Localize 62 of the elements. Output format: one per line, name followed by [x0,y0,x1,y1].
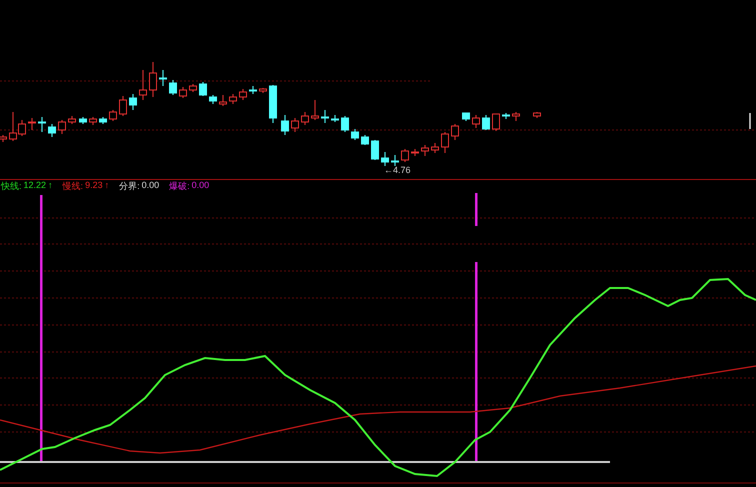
legend-name: 爆破: [169,180,190,193]
candlestick [79,116,87,124]
candlestick [371,140,379,160]
legend-value: 0.00 [142,180,160,192]
candlestick [109,110,117,122]
candlestick [179,86,187,98]
candlestick [219,94,227,106]
legend-arrow: ↑ [104,180,110,192]
candlestick [159,70,167,86]
legend-value: 12.22 [24,180,46,192]
candlestick [48,124,56,138]
legend-name: 分界: [119,180,140,193]
candlestick [441,132,449,154]
candlestick [68,116,76,124]
candlestick [28,118,36,130]
candlestick [391,154,399,166]
candlestick [281,114,289,136]
candlestick [462,112,470,122]
candlestick [421,144,429,156]
signal-bar [475,193,478,226]
candlestick [533,112,541,118]
candlestick [451,124,459,140]
candlestick [482,114,490,130]
price-marker [749,113,751,129]
candlestick [341,116,349,132]
candlestick [58,120,66,134]
candlestick [381,152,389,166]
candlestick [209,94,217,104]
candlestick [129,94,137,110]
candlestick [249,86,257,94]
candlestick [512,112,520,122]
legend-arrow: ↑ [48,180,53,192]
legend-name: 慢线: [62,180,84,193]
candlestick [99,116,107,124]
candlestick [321,110,329,124]
candlestick [502,112,510,120]
candlestick [199,82,207,96]
candlestick [169,80,177,96]
candlestick [291,118,299,132]
candlestick [301,112,309,126]
legend-name: 快线: [1,180,22,193]
low-price-label: ←4.76 [384,165,411,175]
candlestick [259,88,267,94]
candlestick [331,114,339,122]
candlestick [431,142,439,154]
candlestick [239,88,247,100]
candlestick [311,100,319,120]
candlestick [139,70,147,100]
candlestick [492,114,500,132]
candlestick [38,116,46,132]
candlestick [269,84,277,124]
candlestick [351,128,359,140]
candlestick [361,134,369,146]
candlestick [472,114,480,128]
candlestick [411,148,419,156]
legend-value: 9.23 [85,180,103,192]
candlestick [149,62,157,98]
candlestick [401,148,409,162]
candlestick [229,94,237,104]
legend-value: 0.00 [192,180,210,192]
candlestick [189,84,197,92]
candlestick [119,96,127,116]
